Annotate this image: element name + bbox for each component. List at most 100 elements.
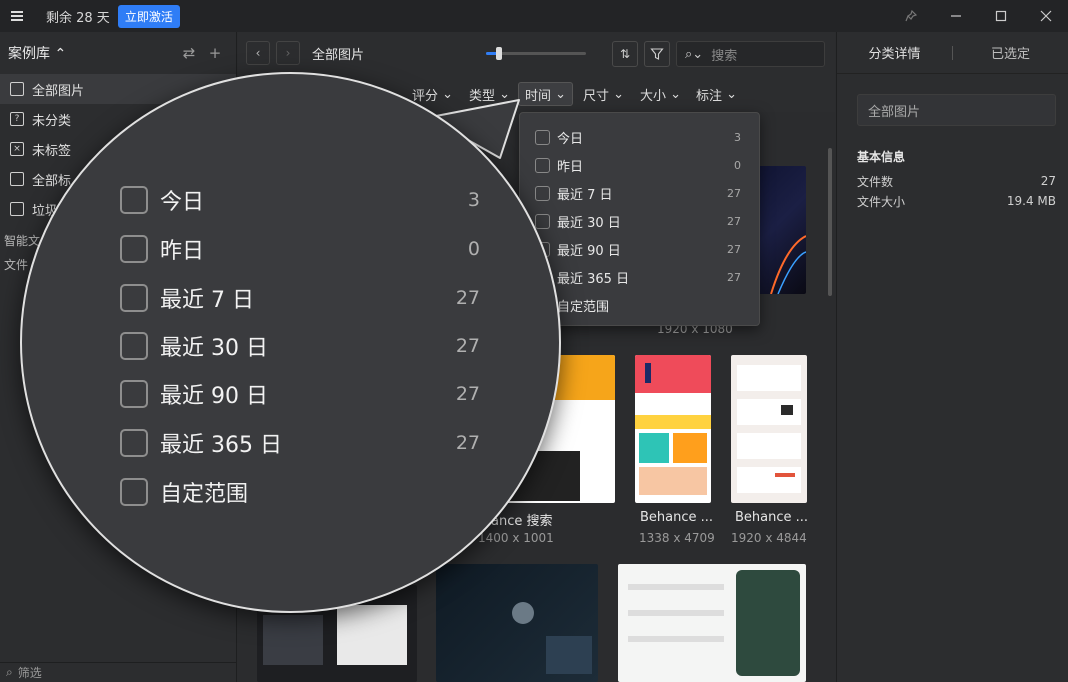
close-icon[interactable] bbox=[1023, 0, 1068, 32]
image-name: Behance ... bbox=[640, 510, 714, 525]
sidebar-item-label: 未标签 bbox=[32, 143, 72, 159]
option-count: 27 bbox=[455, 287, 480, 309]
image-thumbnail[interactable] bbox=[731, 355, 807, 503]
file-count-row: 文件数 27 bbox=[857, 171, 1056, 191]
filter-annotation-label: 标注 bbox=[696, 88, 723, 104]
filter-size-label: 尺寸 bbox=[583, 88, 610, 104]
image-thumbnail[interactable] bbox=[436, 564, 598, 682]
checkbox bbox=[120, 235, 148, 263]
filter-rating-label: 评分 bbox=[412, 88, 439, 104]
checkbox bbox=[120, 332, 148, 360]
filter-size[interactable]: 尺寸 ⌄ bbox=[577, 82, 630, 106]
option-label: 自定范围 bbox=[557, 299, 610, 315]
toolbar: ‹ › 全部图片 ⇅ ⌕⌄ 搜索 bbox=[238, 32, 835, 74]
filter-icon bbox=[650, 48, 664, 60]
checkbox[interactable] bbox=[535, 185, 550, 201]
filter-button[interactable] bbox=[644, 41, 670, 67]
forward-button[interactable]: › bbox=[276, 41, 300, 65]
option-label: 最近 30 日 bbox=[557, 215, 621, 231]
title-bar: 剩余 28 天 立即激活 bbox=[0, 0, 1068, 32]
option-count: 27 bbox=[455, 383, 480, 405]
add-icon[interactable]: + bbox=[202, 44, 228, 62]
checkbox bbox=[120, 186, 148, 214]
option-label: 最近 90 日 bbox=[557, 243, 621, 259]
mag-option-365-days: 最近 365 日 27 bbox=[120, 423, 480, 463]
time-option-today[interactable]: 今日 3 bbox=[520, 123, 759, 151]
sync-icon[interactable]: ⇄ bbox=[176, 44, 202, 62]
sort-button[interactable]: ⇅ bbox=[612, 41, 638, 67]
maximize-icon[interactable] bbox=[978, 0, 1023, 32]
file-count-value: 27 bbox=[1040, 174, 1056, 188]
image-thumbnail[interactable] bbox=[635, 355, 711, 503]
trash-icon bbox=[10, 202, 24, 216]
back-button[interactable]: ‹ bbox=[246, 41, 270, 65]
checkbox[interactable] bbox=[535, 213, 550, 229]
option-label: 最近 365 日 bbox=[557, 271, 630, 287]
sidebar-item-label: 全部标 bbox=[32, 173, 72, 189]
time-option-365-days[interactable]: 最近 365 日 27 bbox=[520, 263, 759, 291]
library-header: 案例库 ⌃ ⇄ + bbox=[0, 32, 236, 74]
option-count: 27 bbox=[727, 186, 741, 200]
zoom-slider-handle[interactable] bbox=[496, 47, 502, 60]
time-option-7-days[interactable]: 最近 7 日 27 bbox=[520, 179, 759, 207]
menu-icon[interactable] bbox=[2, 0, 32, 32]
category-name-field[interactable]: 全部图片 bbox=[857, 94, 1056, 126]
zoom-slider[interactable] bbox=[486, 47, 586, 60]
option-label: 昨日 bbox=[160, 239, 205, 264]
magnifier-callout: 今日 3 昨日 0 最近 7 日 27 最近 30 日 27 最近 90 日 27 最近 … bbox=[20, 72, 561, 613]
time-option-yesterday[interactable]: 昨日 0 bbox=[520, 151, 759, 179]
option-label: 最近 365 日 bbox=[160, 433, 282, 458]
option-label: 今日 bbox=[557, 131, 584, 147]
filter-placeholder: 筛选 bbox=[17, 666, 42, 680]
filter-type[interactable]: 类型 ⌄ bbox=[463, 82, 516, 106]
basic-info-heading: 基本信息 bbox=[857, 150, 906, 164]
images-icon bbox=[10, 82, 24, 96]
library-switcher[interactable]: 案例库 ⌃ bbox=[8, 43, 66, 63]
search-icon: ⌕ bbox=[6, 665, 13, 679]
tab-category-details[interactable]: 分类详情 bbox=[837, 43, 952, 62]
window-controls bbox=[888, 0, 1068, 32]
option-count: 27 bbox=[455, 335, 480, 357]
mag-option-7-days: 最近 7 日 27 bbox=[120, 278, 480, 318]
image-size: 1400 x 1001 bbox=[478, 531, 554, 545]
grid-scrollbar[interactable] bbox=[828, 148, 832, 296]
details-panel: 分类详情 已选定 全部图片 基本信息 文件数 27 文件大小 19.4 MB bbox=[836, 32, 1068, 682]
search-input[interactable]: ⌕⌄ 搜索 bbox=[676, 41, 825, 67]
filter-annotation[interactable]: 标注 ⌄ bbox=[690, 82, 743, 106]
breadcrumb: 全部图片 bbox=[312, 47, 365, 63]
mag-option-today: 今日 3 bbox=[120, 180, 480, 220]
option-count: 27 bbox=[727, 214, 741, 228]
mag-option-30-days: 最近 30 日 27 bbox=[120, 326, 480, 366]
trial-remaining-text: 剩余 28 天 bbox=[46, 10, 110, 26]
mag-option-yesterday: 昨日 0 bbox=[120, 229, 480, 269]
time-option-30-days[interactable]: 最近 30 日 27 bbox=[520, 207, 759, 235]
details-tabs: 分类详情 已选定 bbox=[837, 32, 1068, 74]
option-label: 今日 bbox=[160, 190, 205, 215]
sidebar-filter[interactable]: ⌕ 筛选 bbox=[0, 662, 236, 682]
option-count: 27 bbox=[455, 432, 480, 454]
option-label: 最近 7 日 bbox=[160, 288, 254, 313]
unclassified-icon: ? bbox=[10, 112, 24, 126]
time-option-90-days[interactable]: 最近 90 日 27 bbox=[520, 235, 759, 263]
sidebar-item-label: 全部图片 bbox=[32, 83, 85, 99]
search-icon: ⌕⌄ bbox=[685, 46, 704, 62]
checkbox[interactable] bbox=[535, 129, 550, 145]
filter-time-label: 时间 bbox=[525, 88, 552, 104]
pin-icon[interactable] bbox=[888, 0, 933, 32]
sidebar-item-label: 未分类 bbox=[32, 113, 72, 129]
filter-filesize[interactable]: 大小 ⌄ bbox=[634, 82, 687, 106]
file-size-row: 文件大小 19.4 MB bbox=[857, 191, 1056, 211]
file-size-value: 19.4 MB bbox=[1006, 194, 1056, 208]
checkbox[interactable] bbox=[535, 157, 550, 173]
tab-selected[interactable]: 已选定 bbox=[953, 43, 1068, 62]
checkbox bbox=[120, 429, 148, 457]
search-placeholder: 搜索 bbox=[711, 48, 738, 64]
filter-time[interactable]: 时间 ⌄ bbox=[518, 82, 574, 106]
untagged-icon: × bbox=[10, 142, 24, 156]
activate-button[interactable]: 立即激活 bbox=[117, 4, 180, 28]
minimize-icon[interactable] bbox=[933, 0, 978, 32]
image-thumbnail[interactable] bbox=[618, 564, 806, 682]
option-label: 自定范围 bbox=[160, 482, 249, 507]
option-label: 最近 7 日 bbox=[557, 187, 613, 203]
image-size: 1920 x 4844 bbox=[731, 531, 807, 545]
